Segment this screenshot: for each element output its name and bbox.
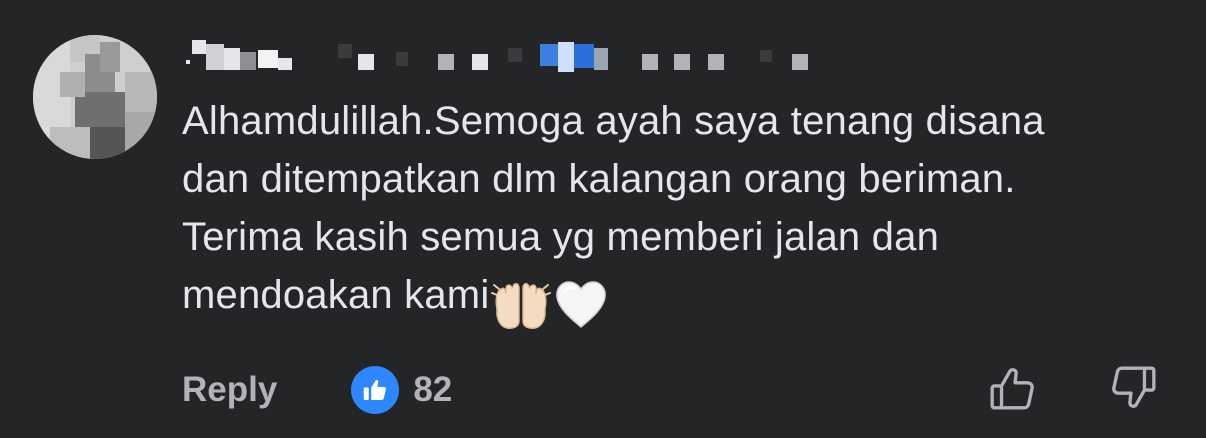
comment-text: Alhamdulillah.Semoga ayah saya tenang di…: [182, 92, 1182, 332]
reaction-summary[interactable]: 82: [351, 366, 452, 414]
comment-body: Alhamdulillah.Semoga ayah saya tenang di…: [182, 99, 1045, 317]
raising-hands-emoji: [491, 274, 552, 332]
thumbs-up-outline-icon[interactable]: [986, 360, 1040, 416]
reply-button[interactable]: Reply: [182, 370, 277, 410]
avatar[interactable]: [30, 32, 160, 162]
author-name-censored[interactable]: [182, 38, 822, 78]
thumbs-down-outline-icon[interactable]: [1106, 360, 1160, 416]
like-icon: [351, 366, 400, 414]
comment: Alhamdulillah.Semoga ayah saya tenang di…: [0, 0, 1206, 438]
reaction-count: 82: [413, 370, 453, 409]
comment-actions: Reply 82: [182, 362, 452, 418]
white-heart-emoji: [553, 274, 609, 332]
